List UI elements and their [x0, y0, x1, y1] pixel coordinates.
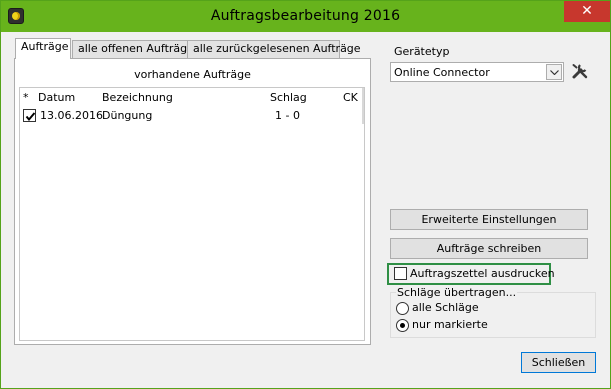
advanced-settings-button[interactable]: Erweiterte Einstellungen — [390, 209, 588, 230]
tab-panel-auftraege: vorhandene Aufträge * Datum Bezeichnung … — [14, 58, 371, 345]
title-bar[interactable]: Auftragsbearbeitung 2016 ✕ — [1, 1, 610, 32]
tab-auftraege[interactable]: Aufträge — [15, 38, 71, 59]
print-order-label[interactable]: Auftragszettel ausdrucken — [410, 267, 555, 280]
checkmark-icon — [25, 112, 36, 122]
tab-zurueckgelesene-auftraege[interactable]: alle zurückgelesenen Aufträge — [187, 40, 361, 58]
tab-offene-auftraege[interactable]: alle offenen Aufträge — [72, 40, 197, 58]
radio-marked-only[interactable] — [396, 319, 409, 332]
column-header-ck[interactable]: CK — [343, 91, 358, 104]
device-type-label: Gerätetyp — [394, 45, 450, 58]
close-window-button[interactable]: ✕ — [564, 1, 610, 22]
radio-all-fields[interactable] — [396, 302, 409, 315]
main-window: Auftragsbearbeitung 2016 ✕ Aufträge alle… — [0, 0, 611, 389]
row-checkbox[interactable] — [23, 109, 36, 122]
row-date: 13.06.2016 — [40, 109, 103, 122]
close-button[interactable]: Schließen — [521, 352, 596, 373]
write-orders-button[interactable]: Aufträge schreiben — [390, 238, 588, 259]
column-header-name[interactable]: Bezeichnung — [102, 91, 173, 104]
tools-icon[interactable] — [571, 62, 589, 80]
table-row[interactable]: 13.06.2016 Düngung 1 - 0 — [20, 107, 360, 123]
orders-caption: vorhandene Aufträge — [134, 68, 251, 81]
device-type-value: Online Connector — [394, 66, 490, 79]
list-header: * Datum Bezeichnung Schlag CK — [20, 88, 364, 104]
window-title: Auftragsbearbeitung 2016 — [210, 8, 401, 24]
column-header-marker[interactable]: * — [23, 91, 29, 104]
row-schlag: 1 - 0 — [275, 109, 300, 122]
print-order-checkbox[interactable] — [394, 267, 407, 280]
column-header-schlag[interactable]: Schlag — [270, 91, 307, 104]
radio-all-fields-label[interactable]: alle Schläge — [412, 301, 479, 314]
device-type-select[interactable]: Online Connector — [390, 62, 564, 82]
chevron-down-icon[interactable] — [546, 64, 562, 80]
orders-list[interactable]: * Datum Bezeichnung Schlag CK 13.06.2016… — [19, 87, 365, 341]
column-header-date[interactable]: Datum — [38, 91, 75, 104]
list-scrollbar[interactable] — [362, 88, 364, 124]
transfer-group-title: Schläge übertragen... — [396, 286, 518, 299]
row-name: Düngung — [102, 109, 153, 122]
radio-marked-only-label[interactable]: nur markierte — [412, 318, 488, 331]
